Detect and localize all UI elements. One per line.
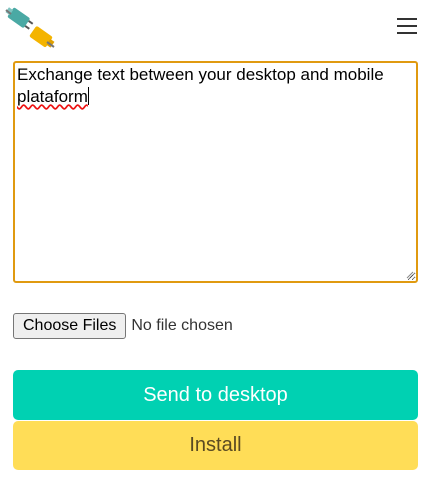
text-caret bbox=[87, 87, 89, 105]
file-status-text: No file chosen bbox=[131, 317, 233, 334]
file-input: Choose Files No file chosen bbox=[13, 313, 233, 339]
resize-grip-icon[interactable] bbox=[406, 271, 414, 279]
hamburger-menu-icon[interactable] bbox=[397, 17, 419, 35]
install-button[interactable]: Install bbox=[13, 421, 418, 470]
plug-connector-icon[interactable] bbox=[4, 6, 56, 48]
choose-files-button[interactable]: Choose Files bbox=[13, 313, 127, 339]
editor-text: Exchange text between your desktop and m… bbox=[17, 65, 389, 84]
text-editor[interactable]: Exchange text between your desktop and m… bbox=[13, 61, 418, 283]
header bbox=[0, 0, 433, 52]
app: Exchange text between your desktop and m… bbox=[0, 0, 433, 486]
send-to-desktop-button[interactable]: Send to desktop bbox=[13, 370, 418, 420]
editor-misspelled-word: plataform bbox=[17, 87, 88, 106]
text-editor-wrapper: Exchange text between your desktop and m… bbox=[13, 61, 418, 283]
